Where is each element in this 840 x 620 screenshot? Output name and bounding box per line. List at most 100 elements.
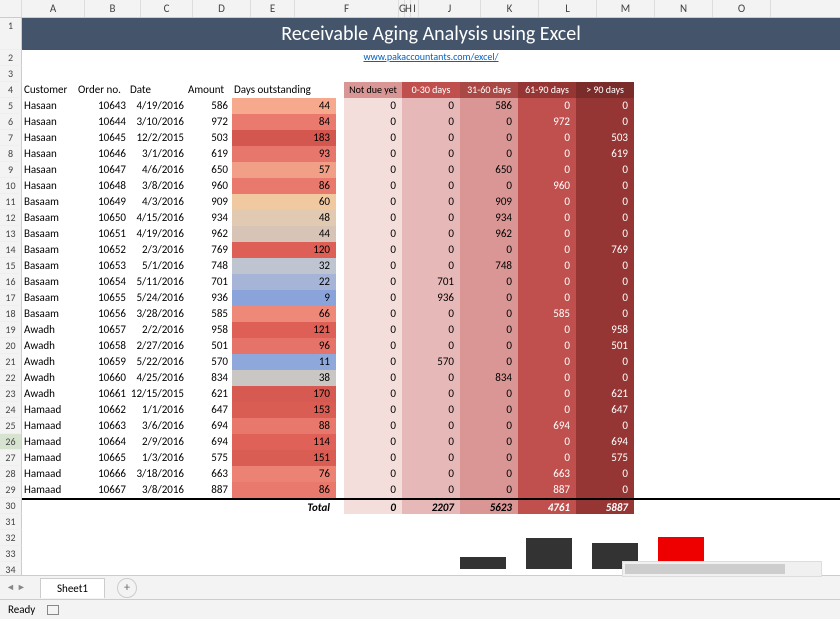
cell-customer[interactable]: Hasaan [22, 130, 78, 146]
cell-days[interactable]: 11 [232, 354, 336, 370]
row-header-11[interactable]: 11 [0, 194, 22, 210]
cell-bucket-2[interactable]: 834 [460, 370, 518, 386]
cell-bucket-2[interactable]: 0 [460, 386, 518, 402]
cell-bucket-2[interactable]: 0 [460, 274, 518, 290]
cell-amount[interactable]: 503 [188, 130, 232, 146]
cell-date[interactable]: 3/6/2016 [130, 418, 188, 434]
cell-bucket-4[interactable]: 0 [576, 290, 634, 306]
row-header-24[interactable]: 24 [0, 402, 22, 418]
row-header-26[interactable]: 26 [0, 434, 22, 450]
table-row[interactable]: Hamaad106651/3/20165751510000575 [22, 450, 840, 466]
cell-amount[interactable]: 501 [188, 338, 232, 354]
cell-days[interactable]: 183 [232, 130, 336, 146]
table-row[interactable]: Basaam106514/19/2016962440096200 [22, 226, 840, 242]
cell-days[interactable]: 120 [232, 242, 336, 258]
cell-customer[interactable]: Basaam [22, 258, 78, 274]
cell-days[interactable]: 93 [232, 146, 336, 162]
cell-order[interactable]: 10661 [78, 386, 130, 402]
cell-date[interactable]: 5/11/2016 [130, 274, 188, 290]
cell-customer[interactable]: Basaam [22, 242, 78, 258]
cell-bucket-1[interactable]: 0 [402, 306, 460, 322]
cell-order[interactable]: 10643 [78, 98, 130, 114]
cell-bucket-0[interactable]: 0 [344, 354, 402, 370]
cell-bucket-0[interactable]: 0 [344, 130, 402, 146]
cell-order[interactable]: 10650 [78, 210, 130, 226]
row-header-9[interactable]: 9 [0, 162, 22, 178]
table-row[interactable]: Basaam106545/11/2016701220701000 [22, 274, 840, 290]
row-header-14[interactable]: 14 [0, 242, 22, 258]
horizontal-scrollbar[interactable] [622, 561, 822, 577]
row-header-22[interactable]: 22 [0, 370, 22, 386]
col-header-B[interactable]: B [85, 0, 141, 17]
row-header-10[interactable]: 10 [0, 178, 22, 194]
cell-bucket-1[interactable]: 0 [402, 130, 460, 146]
row-header-12[interactable]: 12 [0, 210, 22, 226]
cell-bucket-4[interactable]: 0 [576, 226, 634, 242]
cell-bucket-2[interactable]: 748 [460, 258, 518, 274]
row-header-3[interactable]: 3 [0, 66, 22, 82]
cell-bucket-3[interactable]: 0 [518, 386, 576, 402]
cell-bucket-1[interactable]: 0 [402, 226, 460, 242]
cell-bucket-0[interactable]: 0 [344, 242, 402, 258]
cell-bucket-1[interactable]: 0 [402, 466, 460, 482]
cell-customer[interactable]: Basaam [22, 226, 78, 242]
cell-date[interactable]: 1/1/2016 [130, 402, 188, 418]
cell-bucket-0[interactable]: 0 [344, 146, 402, 162]
cell-bucket-2[interactable]: 0 [460, 402, 518, 418]
cell-bucket-1[interactable]: 0 [402, 162, 460, 178]
cell-customer[interactable]: Hamaad [22, 434, 78, 450]
row-header-15[interactable]: 15 [0, 258, 22, 274]
cell-date[interactable]: 12/15/2015 [130, 386, 188, 402]
table-row[interactable]: Hasaan106434/19/2016586440058600 [22, 98, 840, 114]
cell-bucket-3[interactable]: 0 [518, 162, 576, 178]
cell-date[interactable]: 3/28/2016 [130, 306, 188, 322]
row-header-6[interactable]: 6 [0, 114, 22, 130]
cell-bucket-3[interactable]: 0 [518, 258, 576, 274]
cell-bucket-1[interactable]: 0 [402, 98, 460, 114]
cell-bucket-3[interactable]: 0 [518, 370, 576, 386]
cell-date[interactable]: 3/8/2016 [130, 482, 188, 498]
cell-days[interactable]: 153 [232, 402, 336, 418]
cell-bucket-3[interactable]: 887 [518, 482, 576, 498]
cell-order[interactable]: 10664 [78, 434, 130, 450]
cell-order[interactable]: 10656 [78, 306, 130, 322]
col-header-M[interactable]: M [597, 0, 655, 17]
cell-order[interactable]: 10655 [78, 290, 130, 306]
cell-amount[interactable]: 769 [188, 242, 232, 258]
cell-customer[interactable]: Hasaan [22, 114, 78, 130]
cell-bucket-3[interactable]: 0 [518, 98, 576, 114]
cell-amount[interactable]: 650 [188, 162, 232, 178]
cell-bucket-0[interactable]: 0 [344, 194, 402, 210]
row-header-7[interactable]: 7 [0, 130, 22, 146]
cell-bucket-0[interactable]: 0 [344, 482, 402, 498]
sheet-tab-active[interactable]: Sheet1 [40, 578, 105, 598]
cell-date[interactable]: 5/24/2016 [130, 290, 188, 306]
cell-bucket-1[interactable]: 0 [402, 178, 460, 194]
cell-bucket-4[interactable]: 958 [576, 322, 634, 338]
cell-bucket-1[interactable]: 0 [402, 210, 460, 226]
cell-date[interactable]: 4/19/2016 [130, 98, 188, 114]
cell-bucket-1[interactable]: 0 [402, 434, 460, 450]
cell-amount[interactable]: 909 [188, 194, 232, 210]
row-header-16[interactable]: 16 [0, 274, 22, 290]
table-row[interactable]: Hamaad106642/9/20166941140000694 [22, 434, 840, 450]
cell-amount[interactable]: 748 [188, 258, 232, 274]
cell-order[interactable]: 10648 [78, 178, 130, 194]
cell-bucket-2[interactable]: 0 [460, 322, 518, 338]
cell-bucket-3[interactable]: 0 [518, 242, 576, 258]
cell-customer[interactable]: Awadh [22, 370, 78, 386]
cell-bucket-1[interactable]: 0 [402, 386, 460, 402]
cell-days[interactable]: 57 [232, 162, 336, 178]
cell-days[interactable]: 86 [232, 178, 336, 194]
cell-bucket-4[interactable]: 0 [576, 482, 634, 498]
row-header-27[interactable]: 27 [0, 450, 22, 466]
cell-order[interactable]: 10652 [78, 242, 130, 258]
col-header-I[interactable]: I [411, 0, 419, 17]
cell-date[interactable]: 4/6/2016 [130, 162, 188, 178]
cell-bucket-2[interactable]: 0 [460, 242, 518, 258]
cell-amount[interactable]: 972 [188, 114, 232, 130]
row-header-30[interactable]: 30 [0, 498, 22, 514]
cell-amount[interactable]: 834 [188, 370, 232, 386]
cell-bucket-2[interactable]: 0 [460, 306, 518, 322]
cell-bucket-0[interactable]: 0 [344, 258, 402, 274]
